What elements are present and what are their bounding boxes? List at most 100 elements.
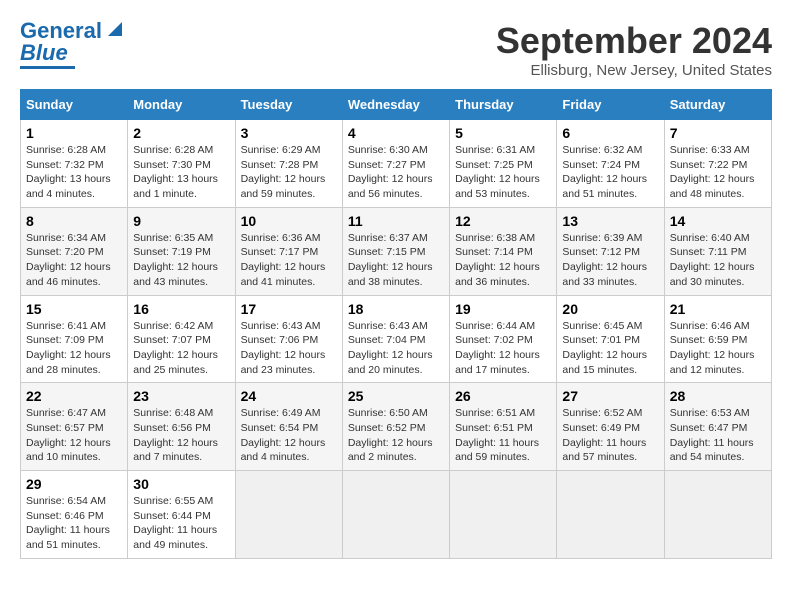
table-row: 4 Sunrise: 6:30 AM Sunset: 7:27 PM Dayli… xyxy=(342,120,449,208)
table-row: 25 Sunrise: 6:50 AM Sunset: 6:52 PM Dayl… xyxy=(342,383,449,471)
col-wednesday: Wednesday xyxy=(342,90,449,120)
day-number: 15 xyxy=(26,301,122,317)
page-header: General Blue September 2024 Ellisburg, N… xyxy=(20,20,772,79)
day-number: 10 xyxy=(241,213,337,229)
calendar-week-row: 15 Sunrise: 6:41 AM Sunset: 7:09 PM Dayl… xyxy=(21,295,772,383)
day-number: 2 xyxy=(133,125,229,141)
table-row xyxy=(235,471,342,559)
day-info: Sunrise: 6:32 AM Sunset: 7:24 PM Dayligh… xyxy=(562,143,658,202)
calendar-week-row: 29 Sunrise: 6:54 AM Sunset: 6:46 PM Dayl… xyxy=(21,471,772,559)
day-info: Sunrise: 6:38 AM Sunset: 7:14 PM Dayligh… xyxy=(455,231,551,290)
day-number: 27 xyxy=(562,388,658,404)
day-info: Sunrise: 6:36 AM Sunset: 7:17 PM Dayligh… xyxy=(241,231,337,290)
day-info: Sunrise: 6:35 AM Sunset: 7:19 PM Dayligh… xyxy=(133,231,229,290)
table-row: 13 Sunrise: 6:39 AM Sunset: 7:12 PM Dayl… xyxy=(557,207,664,295)
day-info: Sunrise: 6:52 AM Sunset: 6:49 PM Dayligh… xyxy=(562,406,658,465)
day-info: Sunrise: 6:44 AM Sunset: 7:02 PM Dayligh… xyxy=(455,319,551,378)
table-row: 15 Sunrise: 6:41 AM Sunset: 7:09 PM Dayl… xyxy=(21,295,128,383)
table-row xyxy=(557,471,664,559)
calendar-header-row: Sunday Monday Tuesday Wednesday Thursday… xyxy=(21,90,772,120)
day-info: Sunrise: 6:31 AM Sunset: 7:25 PM Dayligh… xyxy=(455,143,551,202)
month-year-title: September 2024 xyxy=(496,20,772,62)
table-row: 23 Sunrise: 6:48 AM Sunset: 6:56 PM Dayl… xyxy=(128,383,235,471)
table-row: 14 Sunrise: 6:40 AM Sunset: 7:11 PM Dayl… xyxy=(664,207,771,295)
table-row: 1 Sunrise: 6:28 AM Sunset: 7:32 PM Dayli… xyxy=(21,120,128,208)
table-row: 28 Sunrise: 6:53 AM Sunset: 6:47 PM Dayl… xyxy=(664,383,771,471)
col-sunday: Sunday xyxy=(21,90,128,120)
table-row xyxy=(342,471,449,559)
col-saturday: Saturday xyxy=(664,90,771,120)
day-number: 3 xyxy=(241,125,337,141)
table-row xyxy=(450,471,557,559)
day-info: Sunrise: 6:41 AM Sunset: 7:09 PM Dayligh… xyxy=(26,319,122,378)
table-row: 5 Sunrise: 6:31 AM Sunset: 7:25 PM Dayli… xyxy=(450,120,557,208)
day-info: Sunrise: 6:30 AM Sunset: 7:27 PM Dayligh… xyxy=(348,143,444,202)
table-row: 7 Sunrise: 6:33 AM Sunset: 7:22 PM Dayli… xyxy=(664,120,771,208)
table-row: 21 Sunrise: 6:46 AM Sunset: 6:59 PM Dayl… xyxy=(664,295,771,383)
logo-underline xyxy=(20,66,75,69)
day-info: Sunrise: 6:49 AM Sunset: 6:54 PM Dayligh… xyxy=(241,406,337,465)
col-thursday: Thursday xyxy=(450,90,557,120)
day-number: 29 xyxy=(26,476,122,492)
location-subtitle: Ellisburg, New Jersey, United States xyxy=(496,62,772,79)
day-info: Sunrise: 6:43 AM Sunset: 7:06 PM Dayligh… xyxy=(241,319,337,378)
day-number: 12 xyxy=(455,213,551,229)
table-row: 6 Sunrise: 6:32 AM Sunset: 7:24 PM Dayli… xyxy=(557,120,664,208)
day-info: Sunrise: 6:29 AM Sunset: 7:28 PM Dayligh… xyxy=(241,143,337,202)
table-row: 11 Sunrise: 6:37 AM Sunset: 7:15 PM Dayl… xyxy=(342,207,449,295)
day-info: Sunrise: 6:39 AM Sunset: 7:12 PM Dayligh… xyxy=(562,231,658,290)
day-number: 18 xyxy=(348,301,444,317)
day-number: 24 xyxy=(241,388,337,404)
col-monday: Monday xyxy=(128,90,235,120)
calendar-week-row: 8 Sunrise: 6:34 AM Sunset: 7:20 PM Dayli… xyxy=(21,207,772,295)
day-info: Sunrise: 6:45 AM Sunset: 7:01 PM Dayligh… xyxy=(562,319,658,378)
day-info: Sunrise: 6:33 AM Sunset: 7:22 PM Dayligh… xyxy=(670,143,766,202)
table-row: 24 Sunrise: 6:49 AM Sunset: 6:54 PM Dayl… xyxy=(235,383,342,471)
day-info: Sunrise: 6:28 AM Sunset: 7:32 PM Dayligh… xyxy=(26,143,122,202)
table-row: 17 Sunrise: 6:43 AM Sunset: 7:06 PM Dayl… xyxy=(235,295,342,383)
day-info: Sunrise: 6:50 AM Sunset: 6:52 PM Dayligh… xyxy=(348,406,444,465)
day-info: Sunrise: 6:46 AM Sunset: 6:59 PM Dayligh… xyxy=(670,319,766,378)
table-row: 10 Sunrise: 6:36 AM Sunset: 7:17 PM Dayl… xyxy=(235,207,342,295)
day-number: 21 xyxy=(670,301,766,317)
day-info: Sunrise: 6:37 AM Sunset: 7:15 PM Dayligh… xyxy=(348,231,444,290)
day-number: 28 xyxy=(670,388,766,404)
calendar-week-row: 1 Sunrise: 6:28 AM Sunset: 7:32 PM Dayli… xyxy=(21,120,772,208)
table-row: 27 Sunrise: 6:52 AM Sunset: 6:49 PM Dayl… xyxy=(557,383,664,471)
table-row xyxy=(664,471,771,559)
day-number: 6 xyxy=(562,125,658,141)
day-number: 14 xyxy=(670,213,766,229)
table-row: 30 Sunrise: 6:55 AM Sunset: 6:44 PM Dayl… xyxy=(128,471,235,559)
day-number: 25 xyxy=(348,388,444,404)
table-row: 2 Sunrise: 6:28 AM Sunset: 7:30 PM Dayli… xyxy=(128,120,235,208)
day-number: 7 xyxy=(670,125,766,141)
table-row: 29 Sunrise: 6:54 AM Sunset: 6:46 PM Dayl… xyxy=(21,471,128,559)
day-info: Sunrise: 6:43 AM Sunset: 7:04 PM Dayligh… xyxy=(348,319,444,378)
day-number: 9 xyxy=(133,213,229,229)
day-number: 8 xyxy=(26,213,122,229)
day-info: Sunrise: 6:51 AM Sunset: 6:51 PM Dayligh… xyxy=(455,406,551,465)
table-row: 3 Sunrise: 6:29 AM Sunset: 7:28 PM Dayli… xyxy=(235,120,342,208)
day-number: 13 xyxy=(562,213,658,229)
day-number: 5 xyxy=(455,125,551,141)
table-row: 18 Sunrise: 6:43 AM Sunset: 7:04 PM Dayl… xyxy=(342,295,449,383)
day-number: 17 xyxy=(241,301,337,317)
logo: General Blue xyxy=(20,20,122,69)
day-number: 30 xyxy=(133,476,229,492)
table-row: 26 Sunrise: 6:51 AM Sunset: 6:51 PM Dayl… xyxy=(450,383,557,471)
calendar-week-row: 22 Sunrise: 6:47 AM Sunset: 6:57 PM Dayl… xyxy=(21,383,772,471)
day-info: Sunrise: 6:48 AM Sunset: 6:56 PM Dayligh… xyxy=(133,406,229,465)
day-info: Sunrise: 6:42 AM Sunset: 7:07 PM Dayligh… xyxy=(133,319,229,378)
table-row: 20 Sunrise: 6:45 AM Sunset: 7:01 PM Dayl… xyxy=(557,295,664,383)
day-number: 19 xyxy=(455,301,551,317)
table-row: 9 Sunrise: 6:35 AM Sunset: 7:19 PM Dayli… xyxy=(128,207,235,295)
day-info: Sunrise: 6:28 AM Sunset: 7:30 PM Dayligh… xyxy=(133,143,229,202)
title-area: September 2024 Ellisburg, New Jersey, Un… xyxy=(496,20,772,79)
table-row: 19 Sunrise: 6:44 AM Sunset: 7:02 PM Dayl… xyxy=(450,295,557,383)
table-row: 8 Sunrise: 6:34 AM Sunset: 7:20 PM Dayli… xyxy=(21,207,128,295)
table-row: 22 Sunrise: 6:47 AM Sunset: 6:57 PM Dayl… xyxy=(21,383,128,471)
day-info: Sunrise: 6:53 AM Sunset: 6:47 PM Dayligh… xyxy=(670,406,766,465)
day-number: 11 xyxy=(348,213,444,229)
day-number: 16 xyxy=(133,301,229,317)
col-tuesday: Tuesday xyxy=(235,90,342,120)
